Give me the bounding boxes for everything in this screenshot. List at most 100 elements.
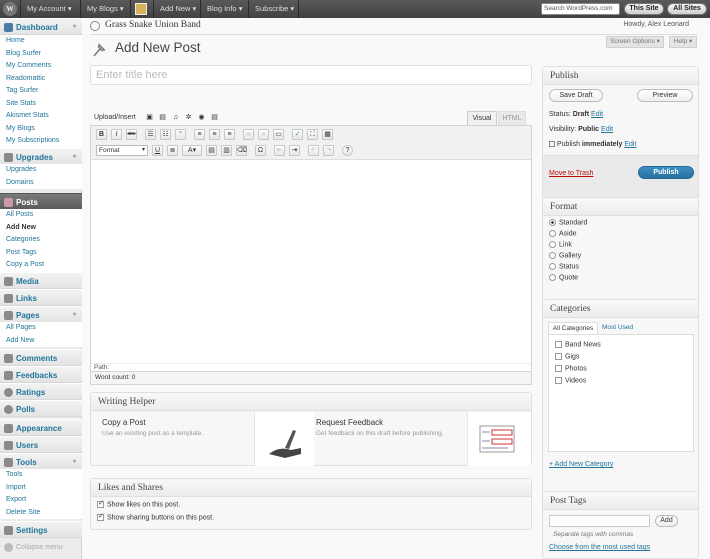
menu-upgrades[interactable]: Upgrades ▾ [0, 148, 82, 165]
add-audio-icon[interactable]: ♫ [171, 113, 180, 122]
tab-html[interactable]: HTML [498, 111, 526, 125]
publish-button[interactable]: Publish [638, 166, 694, 179]
edit-status-link[interactable]: Edit [591, 111, 603, 118]
category-gigs[interactable]: Gigs [555, 353, 579, 360]
menu-tools[interactable]: Tools ▾ [0, 453, 82, 470]
checkbox-checked-icon[interactable] [97, 499, 104, 508]
checkbox-icon[interactable] [555, 377, 562, 384]
tab-visual[interactable]: Visual [467, 111, 497, 125]
category-band-news[interactable]: Band News [555, 341, 601, 348]
kitchen-sink-button[interactable]: ▦ [322, 129, 333, 140]
preview-button[interactable]: Preview [637, 89, 693, 102]
editor-area[interactable]: B I abc ☰ ☷ “ ≡ ≡ ≡ ∞ ∝ ▭ ✓ ⛶ ▦ Format ▾ … [90, 125, 532, 372]
collapse-menu-button[interactable]: Collapse menu [0, 540, 82, 555]
menu-pages[interactable]: Pages ▾ [0, 306, 82, 323]
menu-item-categories[interactable]: Categories [0, 234, 82, 247]
menu-links[interactable]: Links [0, 289, 82, 306]
radio-icon[interactable] [549, 263, 556, 270]
menu-item-upgrades[interactable]: Upgrades [0, 164, 82, 177]
menu-item-all-posts[interactable]: All Posts [0, 209, 82, 222]
tags-input[interactable] [549, 515, 650, 527]
copy-post-image[interactable] [254, 412, 314, 466]
fullscreen-button[interactable]: ⛶ [307, 129, 318, 140]
italic-button[interactable]: I [111, 129, 122, 140]
add-media-icon[interactable]: ✲ [184, 113, 193, 122]
redo-button[interactable]: ↷ [323, 145, 334, 156]
show-sharing-checkbox[interactable]: Show sharing buttons on this post. [97, 512, 214, 521]
insert-more-button[interactable]: ▭ [273, 129, 284, 140]
my-blogs-menu[interactable]: My Blogs ▾ [87, 0, 124, 18]
screen-options-button[interactable]: Screen Options ▾ [606, 36, 664, 48]
bold-button[interactable]: B [96, 129, 107, 140]
add-new-menu[interactable]: Add New ▾ [160, 0, 196, 18]
checkbox-icon[interactable] [555, 341, 562, 348]
paste-text-button[interactable]: ▤ [206, 145, 217, 156]
choose-most-used-tags-link[interactable]: Choose from the most used tags [549, 544, 650, 551]
special-character-button[interactable]: Ω [255, 145, 266, 156]
this-site-button[interactable]: This Site [624, 3, 664, 15]
radio-icon[interactable] [549, 274, 556, 281]
checkbox-checked-icon[interactable] [97, 512, 104, 521]
outdent-button[interactable]: ⇤ [274, 145, 285, 156]
format-standard-radio[interactable]: Standard [549, 219, 587, 226]
menu-item-tools[interactable]: Tools [0, 469, 82, 482]
my-account-menu[interactable]: My Account ▾ [27, 0, 72, 18]
menu-comments[interactable]: Comments [0, 349, 82, 366]
blog-info-menu[interactable]: Blog Info ▾ [207, 0, 242, 18]
indent-button[interactable]: ⇥ [289, 145, 300, 156]
wordpress-logo-icon[interactable]: W [3, 2, 17, 16]
edit-visibility-link[interactable]: Edit [601, 126, 613, 133]
clear-formatting-button[interactable]: ⌫ [236, 145, 247, 156]
menu-item-readomattic[interactable]: Readomattic [0, 72, 82, 85]
request-feedback-image[interactable] [467, 412, 531, 466]
category-videos[interactable]: Videos [555, 377, 586, 384]
checkbox-icon[interactable] [555, 353, 562, 360]
justify-button[interactable]: ≣ [167, 145, 178, 156]
radio-icon[interactable] [549, 252, 556, 259]
align-right-button[interactable]: ≡ [224, 129, 235, 140]
menu-item-add-new-post[interactable]: Add New [0, 221, 82, 234]
menu-item-my-subscriptions[interactable]: My Subscriptions [0, 135, 82, 148]
menu-appearance[interactable]: Appearance [0, 419, 82, 436]
checkbox-icon[interactable] [555, 365, 562, 372]
add-video-icon[interactable]: ▤ [158, 113, 167, 122]
undo-button[interactable]: ↶ [308, 145, 319, 156]
add-form-icon[interactable]: ▤ [210, 113, 219, 122]
format-select[interactable]: Format ▾ [96, 145, 148, 156]
unlink-button[interactable]: ∝ [258, 129, 269, 140]
menu-item-site-stats[interactable]: Site Stats [0, 97, 82, 110]
menu-item-akismet-stats[interactable]: Akismet Stats [0, 110, 82, 123]
radio-icon[interactable] [549, 230, 556, 237]
blavatar-icon[interactable] [135, 3, 147, 15]
menu-item-my-comments[interactable]: My Comments [0, 60, 82, 73]
menu-item-post-tags[interactable]: Post Tags [0, 246, 82, 259]
text-color-button[interactable]: A▾ [182, 145, 202, 156]
strikethrough-button[interactable]: abc [126, 129, 137, 140]
format-aside-radio[interactable]: Aside [549, 230, 577, 237]
tab-most-used[interactable]: Most Used [602, 322, 633, 334]
align-center-button[interactable]: ≡ [209, 129, 220, 140]
all-sites-button[interactable]: All Sites [667, 3, 707, 15]
help-button[interactable]: Help ▾ [669, 36, 697, 48]
move-to-trash-link[interactable]: Move to Trash [549, 170, 593, 177]
add-tag-button[interactable]: Add [655, 515, 678, 527]
spellcheck-button[interactable]: ✓ [292, 129, 303, 140]
menu-item-add-new-page[interactable]: Add New [0, 334, 82, 347]
howdy-user[interactable]: Howdy, Alex Leonard [623, 21, 689, 28]
menu-item-export[interactable]: Export [0, 494, 82, 507]
menu-item-blog-surfer[interactable]: Blog Surfer [0, 47, 82, 60]
paste-word-button[interactable]: ▥ [221, 145, 232, 156]
align-left-button[interactable]: ≡ [194, 129, 205, 140]
radio-icon[interactable] [549, 241, 556, 248]
numbered-list-button[interactable]: ☷ [160, 129, 171, 140]
menu-item-home[interactable]: Home [0, 35, 82, 48]
post-title-input[interactable]: Enter title here [90, 65, 532, 85]
menu-item-delete-site[interactable]: Delete Site [0, 506, 82, 519]
copy-post-title[interactable]: Copy a Post [102, 418, 146, 427]
search-input[interactable]: Search WordPress.com [541, 3, 620, 15]
menu-item-import[interactable]: Import [0, 481, 82, 494]
menu-dashboard[interactable]: Dashboard ▾ [0, 18, 82, 35]
insert-link-button[interactable]: ∞ [243, 129, 254, 140]
underline-button[interactable]: U [152, 145, 163, 156]
edit-publish-time-link[interactable]: Edit [624, 141, 636, 148]
